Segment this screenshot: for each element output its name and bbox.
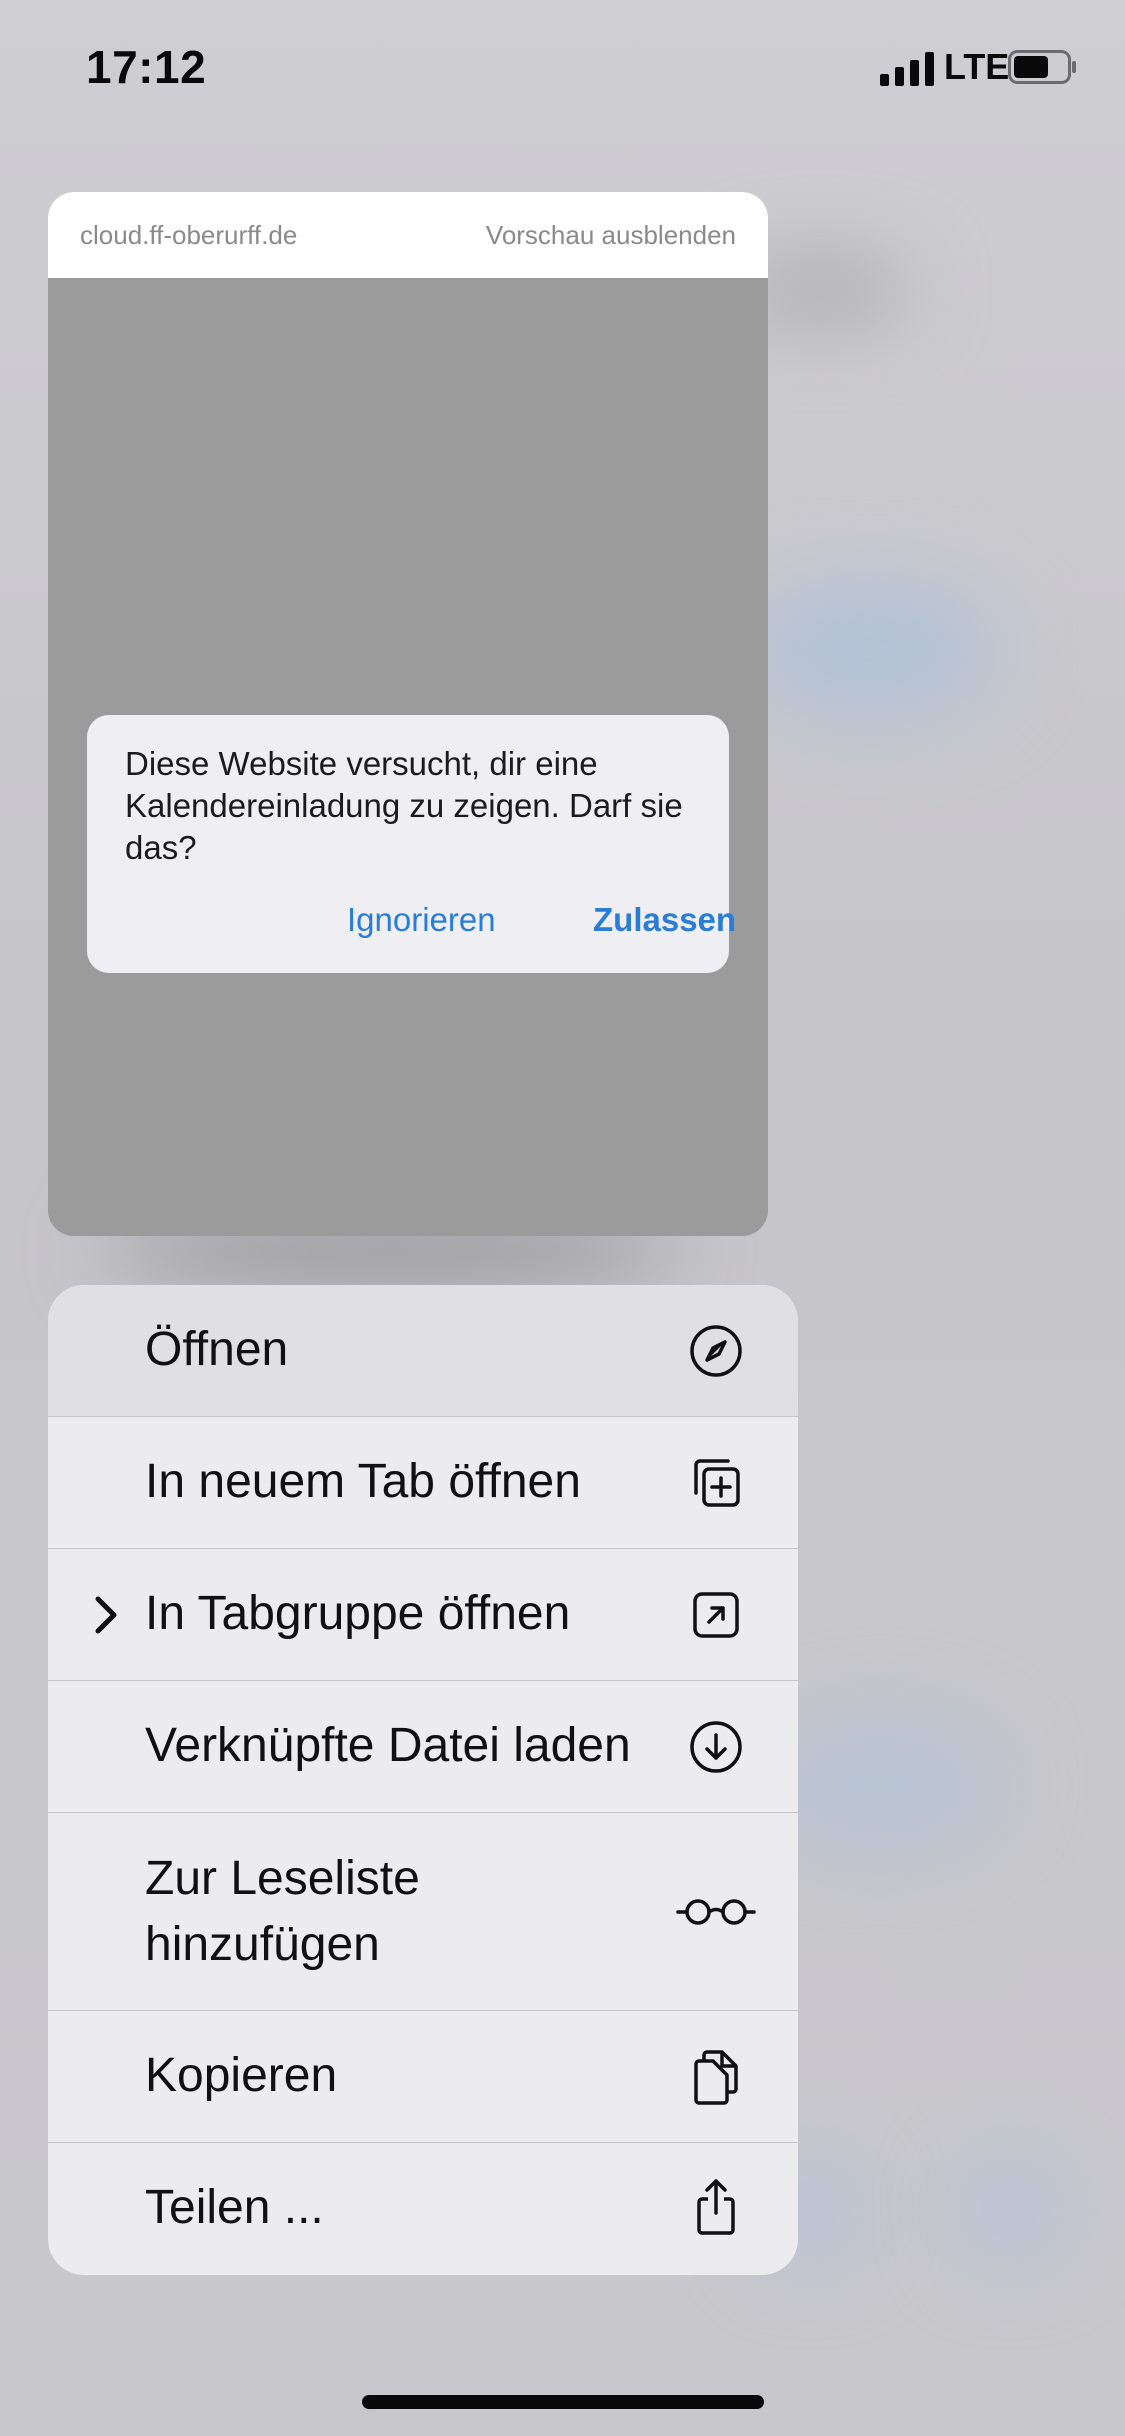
menu-item-add-to-reading-list[interactable]: Zur Leseliste hinzufügen (48, 1813, 798, 2011)
share-icon (697, 2179, 735, 2235)
glasses-icon (676, 1899, 756, 1925)
status-time: 17:12 (86, 41, 207, 93)
background-blur-shape (960, 2160, 1060, 2260)
menu-item-open-new-tab[interactable]: In neuem Tab öffnen (48, 1417, 798, 1549)
menu-item-label: Öffnen (145, 1323, 289, 1376)
menu-item-open[interactable]: Öffnen (48, 1285, 798, 1417)
cellular-signal-icon (880, 52, 934, 86)
calendar-invite-alert: Diese Website versucht, dir eine Kalende… (87, 715, 736, 973)
compass-icon (690, 1325, 742, 1377)
menu-item-open-in-tab-group[interactable]: In Tabgruppe öffnen (48, 1549, 798, 1681)
chevron-right-icon (95, 1596, 117, 1634)
home-indicator[interactable] (362, 2395, 764, 2409)
menu-item-label: In neuem Tab öffnen (145, 1455, 581, 1508)
network-type: LTE (944, 46, 1010, 87)
menu-item-label: Verknüpfte Datei laden (145, 1719, 631, 1772)
context-menu: Öffnen In neuem Tab öffnen In Tabgruppe … (48, 1285, 798, 2275)
new-tab-icon (694, 1459, 740, 1507)
ignore-button[interactable]: Ignorieren (347, 901, 496, 939)
preview-url: cloud.ff-oberurff.de (80, 220, 298, 250)
preview-header: cloud.ff-oberurff.de Vorschau ausblenden (48, 192, 768, 278)
status-bar: 17:12 LTE (0, 0, 1125, 140)
menu-item-label: In Tabgruppe öffnen (145, 1587, 571, 1640)
background-blur-shape (740, 580, 1000, 720)
open-in-group-icon (693, 1592, 739, 1638)
menu-item-label: Teilen ... (145, 2181, 324, 2234)
copy-icon (694, 2050, 738, 2105)
battery-icon (1008, 50, 1076, 84)
allow-button[interactable]: Zulassen (593, 901, 736, 939)
menu-item-copy[interactable]: Kopieren (48, 2011, 798, 2143)
menu-item-label-line1: Zur Leseliste (145, 1852, 420, 1905)
menu-item-download-linked-file[interactable]: Verknüpfte Datei laden (48, 1681, 798, 1813)
menu-item-share[interactable]: Teilen ... (48, 2143, 798, 2275)
download-icon (690, 1721, 742, 1773)
alert-message: Diese Website versucht, dir eine Kalende… (125, 745, 683, 866)
hide-preview-button[interactable]: Vorschau ausblenden (486, 220, 736, 251)
menu-item-label: Kopieren (145, 2049, 338, 2102)
menu-item-label-line2: hinzufügen (145, 1918, 380, 1971)
preview-content: Diese Website versucht, dir eine Kalende… (48, 278, 768, 1236)
link-preview[interactable]: cloud.ff-oberurff.de Vorschau ausblenden… (48, 192, 768, 1236)
